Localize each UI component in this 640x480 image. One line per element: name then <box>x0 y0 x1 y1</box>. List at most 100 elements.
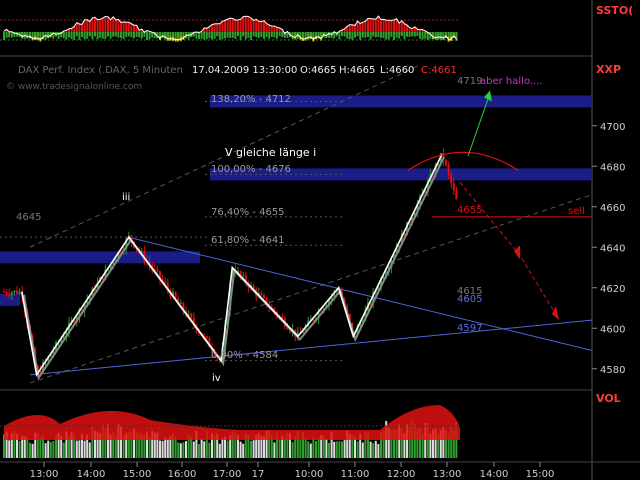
ssto-bar-green <box>34 32 37 37</box>
xtick-label-2: 15:00 <box>123 469 152 480</box>
ssto-bar-green <box>281 32 284 38</box>
ssto-bar-green <box>81 32 83 38</box>
ssto-bar-green <box>135 32 138 37</box>
volume-bar <box>18 440 21 458</box>
ssto-bar-green <box>421 32 424 40</box>
ssto-bar-green <box>159 32 161 37</box>
ssto-bar-green <box>213 32 216 39</box>
ssto-bar-green <box>203 32 206 40</box>
ssto-bar-green <box>276 32 278 39</box>
ssto-bar-green <box>265 32 268 37</box>
volume-bar <box>221 438 224 458</box>
candle-body <box>447 164 450 174</box>
ssto-bar-green <box>343 32 346 37</box>
level-label-4605: 4605 <box>457 294 482 305</box>
header-low: L:4660 <box>380 65 414 76</box>
ssto-bar-green <box>78 32 81 40</box>
ssto-bar-green <box>315 32 317 37</box>
ssto-bar <box>395 18 398 34</box>
fib-label-138: 138,20% - 4712 <box>211 94 291 105</box>
ssto-bar-green <box>104 32 107 39</box>
ssto-bar-green <box>172 32 174 38</box>
xtick-label-0: 13:00 <box>30 469 59 480</box>
ssto-bar-green <box>221 32 224 40</box>
volume-bar <box>278 439 281 458</box>
price-label: XXP <box>596 63 621 76</box>
ssto-bar <box>109 19 112 34</box>
ssto-bar-green <box>224 32 226 39</box>
ssto-bar-green <box>195 32 198 39</box>
candle-body <box>242 275 245 277</box>
ssto-bar-green <box>312 32 315 37</box>
ssto-bar-green <box>211 32 213 40</box>
ssto-bar-green <box>57 32 60 39</box>
ssto-bar-green <box>395 32 398 38</box>
xtick-label-9: 13:00 <box>433 469 462 480</box>
volume-bar <box>39 437 42 458</box>
ssto-bar-green <box>406 32 408 37</box>
ssto-bar <box>96 19 99 34</box>
ssto-bar-green <box>226 32 229 38</box>
volume-bar <box>374 440 377 458</box>
ssto-bar-green <box>367 32 369 37</box>
ssto-bar <box>387 20 390 34</box>
vol-label: VOL <box>596 392 621 405</box>
ssto-bar-green <box>437 32 440 40</box>
ssto-bar <box>385 20 388 34</box>
ssto-bar-green <box>94 32 96 37</box>
ssto-bar-green <box>10 32 13 38</box>
ssto-bar-green <box>273 32 276 38</box>
volume-bar <box>75 440 78 458</box>
ssto-bar-green <box>39 32 42 38</box>
ssto-bar <box>247 16 250 34</box>
volume-bar <box>198 443 200 458</box>
ssto-bar-green <box>359 32 362 40</box>
volume-bar <box>164 437 167 458</box>
ssto-bar-green <box>73 32 76 40</box>
volume-bar <box>161 440 164 458</box>
candle-body <box>8 293 11 296</box>
ssto-bar-green <box>177 32 180 39</box>
fib-zone-4635 <box>0 251 200 264</box>
ssto-bar <box>99 19 102 34</box>
ssto-bar <box>234 20 237 34</box>
volume-bar <box>309 443 312 458</box>
ssto-bar-green <box>127 32 130 37</box>
ssto-bar-green <box>117 32 120 38</box>
ssto-bar-green <box>200 32 203 39</box>
volume-bar <box>304 438 307 458</box>
ssto-bar-green <box>174 32 177 39</box>
fib-label-76: 76,40% - 4655 <box>211 207 285 218</box>
header-datetime: 17.04.2009 13:30:00 <box>192 65 297 76</box>
volume-bar <box>239 441 242 458</box>
ssto-bar-green <box>125 32 128 38</box>
ssto-bar <box>226 19 229 34</box>
candle-body <box>140 251 143 253</box>
ssto-bar-green <box>413 32 416 37</box>
ssto-bar-green <box>364 32 367 38</box>
ssto-bar-green <box>268 32 271 39</box>
volume-bar <box>8 440 11 458</box>
volume-bar <box>377 443 380 458</box>
candle-body <box>190 313 193 318</box>
ssto-bar <box>224 20 226 34</box>
volume-bar <box>182 442 185 458</box>
volume-bar <box>372 443 375 458</box>
ssto-bar-green <box>400 32 403 37</box>
ssto-bar-green <box>239 32 242 40</box>
ssto-bar-green <box>372 32 375 37</box>
ssto-bar <box>390 20 393 34</box>
ssto-bar-green <box>294 32 297 40</box>
ssto-bar-green <box>354 32 356 38</box>
fib-zone-4614 <box>0 293 20 306</box>
ssto-bar <box>239 19 242 34</box>
level-label-4597: 4597 <box>457 323 482 334</box>
volume-bar <box>291 442 294 458</box>
ssto-bar <box>86 19 89 34</box>
volume-bar <box>338 441 341 458</box>
ssto-bar <box>369 18 372 34</box>
candle-body <box>260 293 263 296</box>
candle-body <box>174 292 177 299</box>
symbol-name: DAX Perf. Index (.DAX, 5 Minuten <box>18 65 183 76</box>
ssto-bar-green <box>247 32 250 38</box>
